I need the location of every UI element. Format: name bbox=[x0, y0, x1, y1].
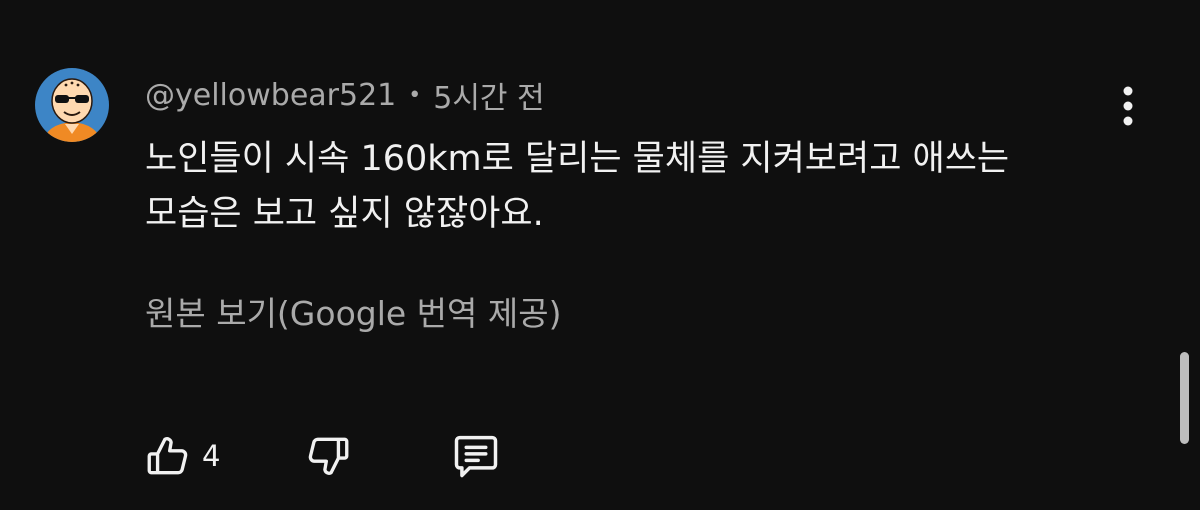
comment-timestamp[interactable]: 5시간 전 bbox=[433, 73, 544, 117]
comment-meta: @yellowbear521 • 5시간 전 bbox=[145, 73, 545, 117]
meta-separator: • bbox=[408, 82, 422, 108]
scrollbar-thumb[interactable] bbox=[1180, 352, 1189, 444]
avatar-cartoon-icon bbox=[35, 68, 109, 142]
more-options-button[interactable] bbox=[1110, 80, 1146, 132]
thumb-up-icon bbox=[147, 437, 188, 475]
thumb-down-icon bbox=[309, 437, 349, 475]
comment-line: 노인들이 시속 160km로 달리는 물체를 지켜보려고 애쓰는 bbox=[145, 139, 1010, 179]
dislike-button[interactable] bbox=[300, 428, 356, 484]
comment-actions: 4 bbox=[140, 428, 504, 484]
comment-text: 노인들이 시속 160km로 달리는 물체를 지켜보려고 애쓰는 모습은 보고 … bbox=[145, 132, 1145, 242]
avatar[interactable] bbox=[35, 68, 109, 142]
comment-line: 모습은 보고 싶지 않잖아요. bbox=[145, 194, 544, 234]
like-button[interactable] bbox=[140, 428, 196, 484]
comment-reply-icon bbox=[455, 435, 498, 478]
more-vertical-icon bbox=[1123, 86, 1133, 126]
show-original-link[interactable]: 원본 보기(Google 번역 제공) bbox=[145, 287, 561, 335]
like-count: 4 bbox=[202, 439, 221, 473]
author-name[interactable]: @yellowbear521 bbox=[145, 78, 396, 113]
comment-thread: @yellowbear521 • 5시간 전 노인들이 시속 160km로 달리… bbox=[0, 0, 1200, 510]
reply-button[interactable] bbox=[448, 428, 504, 484]
